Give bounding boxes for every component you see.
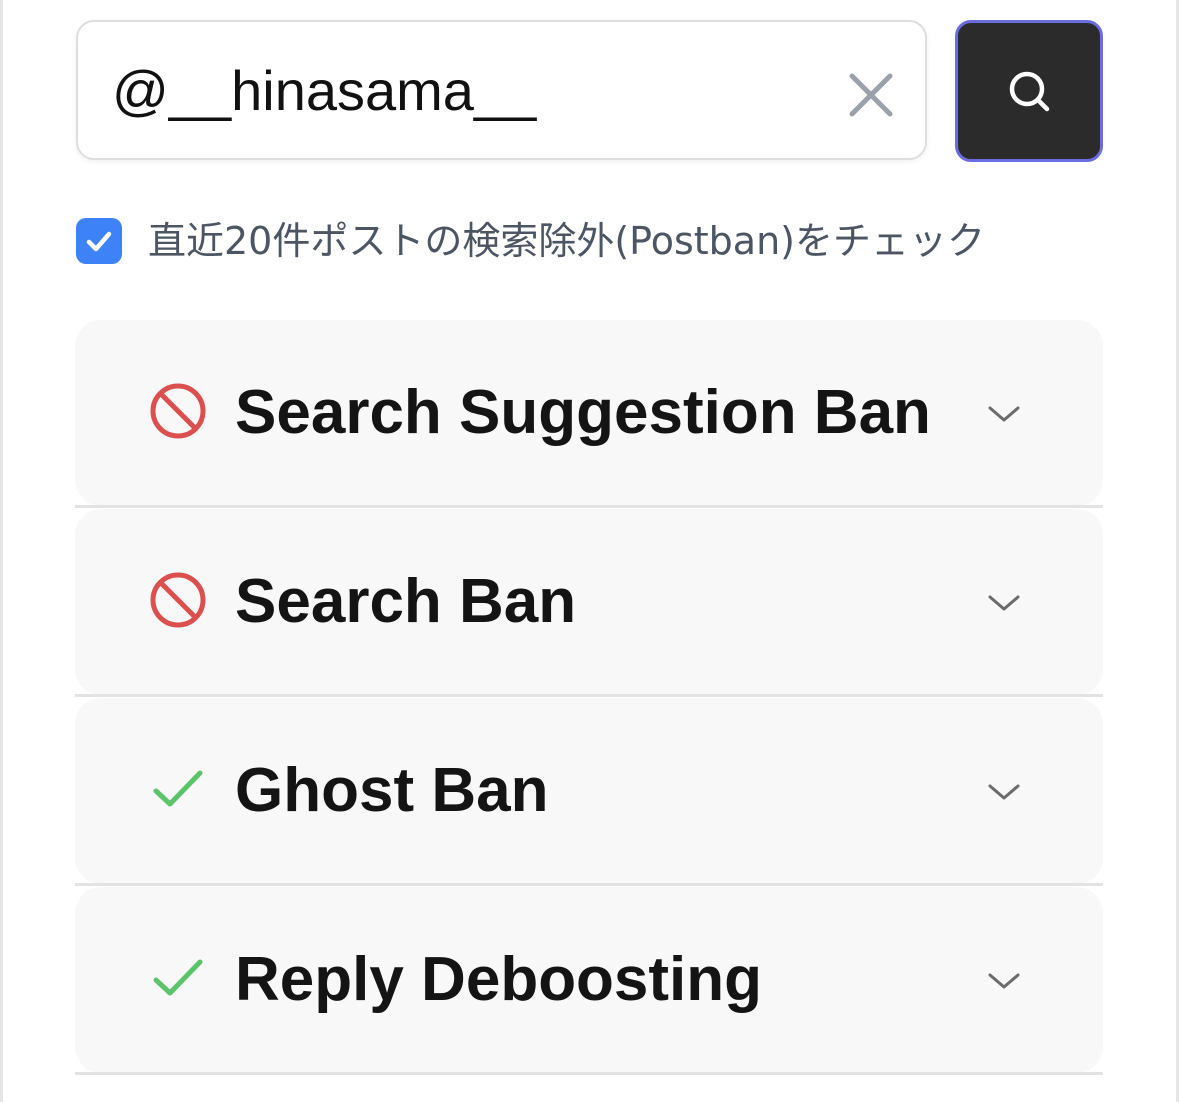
divider [75,694,1103,697]
close-icon [849,73,893,117]
search-field[interactable] [76,20,927,160]
result-ghost-ban[interactable]: Ghost Ban [75,698,1103,884]
result-title: Reply Deboosting [235,945,763,1014]
page-edge-left [0,0,3,1102]
chevron-down-icon[interactable] [979,961,1029,1001]
postban-checkbox[interactable] [76,218,122,264]
clear-button[interactable] [838,62,904,128]
divider [75,883,1103,886]
checkmark-icon [147,758,209,820]
result-search-ban[interactable]: Search Ban [75,509,1103,695]
result-title: Search Suggestion Ban [235,378,931,447]
postban-checkbox-label[interactable]: 直近20件ポストの検索除外(Postban)をチェック [148,214,985,268]
checkbox-check-icon [86,231,112,252]
result-search-suggestion-ban[interactable]: Search Suggestion Ban [75,320,1103,506]
divider [75,1072,1103,1075]
divider [75,505,1103,508]
result-title: Search Ban [235,567,577,636]
prohibited-icon [147,380,209,442]
chevron-down-icon[interactable] [979,394,1029,434]
search-input[interactable] [112,42,812,138]
result-reply-deboosting[interactable]: Reply Deboosting [75,887,1103,1073]
checkmark-icon [147,947,209,1009]
search-icon [1009,71,1050,112]
prohibited-icon [147,569,209,631]
result-title: Ghost Ban [235,756,549,825]
chevron-down-icon[interactable] [979,583,1029,623]
search-button[interactable] [955,20,1103,162]
chevron-down-icon[interactable] [979,772,1029,812]
